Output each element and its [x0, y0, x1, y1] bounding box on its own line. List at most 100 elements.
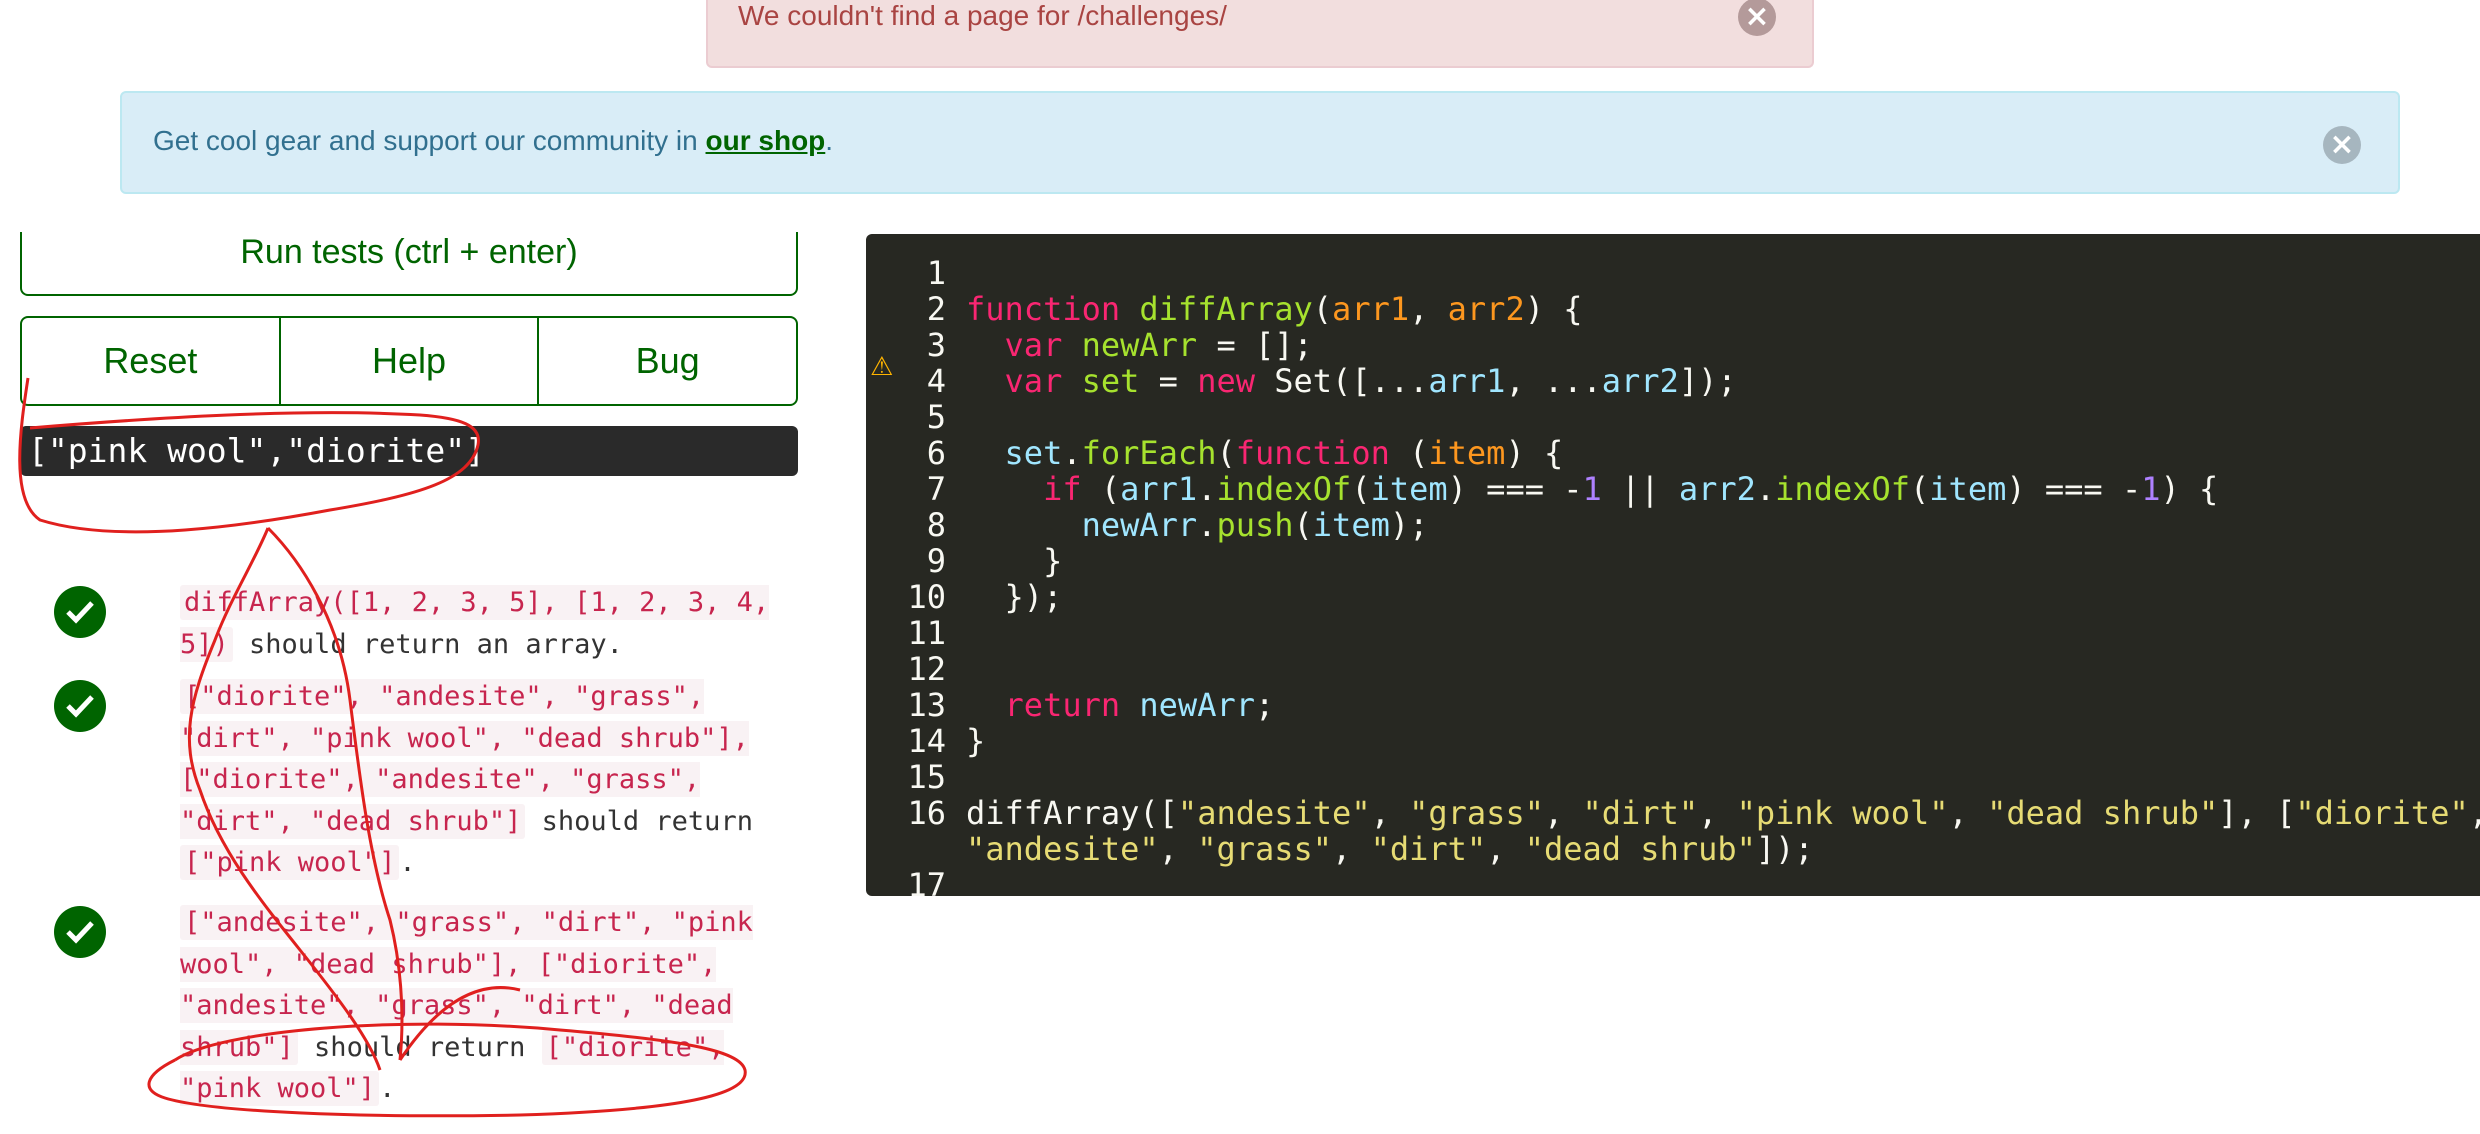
code-token: var	[1004, 362, 1082, 400]
action-button-group: Reset Help Bug	[20, 316, 798, 406]
code-token: arr1	[1428, 362, 1506, 400]
line-number: 10	[907, 578, 946, 616]
code-line[interactable]: });	[966, 579, 1063, 615]
line-number: 1	[926, 254, 946, 292]
code-token: function	[1235, 434, 1410, 472]
code-token: arr2	[1447, 290, 1525, 328]
close-icon[interactable]: ×	[1738, 0, 1776, 36]
code-line[interactable]: return newArr;	[966, 686, 1275, 724]
code-token: "dead shrub"	[1524, 830, 1756, 868]
code-token: new	[1197, 362, 1275, 400]
code-token: 1	[1582, 470, 1602, 508]
code-token: (	[1351, 470, 1371, 508]
code-token: ,	[1698, 794, 1737, 832]
line-number: 2	[926, 290, 946, 328]
line-number: 3	[926, 326, 946, 364]
code-token: ,	[1332, 830, 1371, 868]
line-number: 14	[907, 722, 946, 760]
code-token: }	[966, 722, 986, 760]
line-number: 9	[926, 542, 946, 580]
code-token: var	[1004, 326, 1082, 364]
code-token: "andesite"	[1177, 794, 1371, 832]
shop-alert: Get cool gear and support our community …	[120, 91, 2400, 194]
code-token: item	[1312, 506, 1390, 544]
code-token: .	[1197, 470, 1217, 508]
code-token: indexOf	[1216, 470, 1352, 508]
code-token: item	[1428, 434, 1506, 472]
code-line[interactable]: }	[966, 543, 1062, 579]
code-line[interactable]: newArr.push(item);	[966, 506, 1429, 544]
code-line[interactable]: "andesite", "grass", "dirt", "dead shrub…	[966, 831, 1814, 867]
code-token: (	[1910, 470, 1930, 508]
code-token: ) === -	[2006, 470, 2142, 508]
code-token: ]);	[1755, 830, 1814, 868]
code-token: ,	[1486, 830, 1525, 868]
code-token: diffArray	[1139, 290, 1313, 328]
help-button[interactable]: Help	[281, 318, 540, 404]
code-token: ,	[1158, 830, 1198, 868]
code-editor[interactable]: ⚠ 1 2 3 4 5 6 7 8 9 10 11 12 13 14 15 16 17 function dif…	[866, 234, 2480, 903]
line-number: 5	[926, 398, 946, 436]
line-number: 7	[926, 470, 946, 508]
test-description: ["diorite", "andesite", "grass", "dirt",…	[180, 679, 753, 880]
code-token: item	[1929, 470, 2007, 508]
error-message: We couldn't find a page for /challenges/	[738, 0, 1227, 31]
code-line[interactable]: var set = new Set([...arr1, ...arr2]);	[966, 363, 1737, 399]
line-number: 12	[907, 650, 946, 688]
line-number: 11	[907, 614, 946, 652]
code-token: ,	[1543, 794, 1583, 832]
line-number: 6	[926, 434, 946, 472]
code-token: 1	[2141, 470, 2161, 508]
code-token: ,	[2469, 794, 2480, 832]
close-icon[interactable]: ×	[2323, 126, 2361, 164]
code-token: (	[1293, 506, 1313, 544]
code-token: ,	[1409, 290, 1448, 328]
reset-button[interactable]: Reset	[22, 318, 281, 404]
code-line[interactable]: if (arr1.indexOf(item) === -1 || arr2.in…	[966, 471, 2218, 507]
code-token: set	[1004, 434, 1063, 472]
code-line[interactable]: var newArr = [];	[966, 327, 1313, 363]
code-token: (	[1100, 470, 1121, 508]
code-token: arr2	[1678, 470, 1756, 508]
output-console: ["pink wool","diorite"]	[20, 426, 798, 476]
run-tests-button[interactable]: Run tests (ctrl + enter)	[20, 232, 798, 296]
code-token: arr1	[1120, 470, 1198, 508]
code-token: ;	[1254, 686, 1275, 724]
code-line[interactable]: set.forEach(function (item) {	[966, 434, 1564, 472]
test-description: diffArray([1, 2, 3, 5], [1, 2, 3, 4, 5])…	[180, 585, 770, 662]
code-token: .	[1197, 506, 1217, 544]
line-number: 17	[907, 866, 946, 904]
code-token: "dirt"	[1370, 830, 1487, 868]
code-line[interactable]: }	[966, 723, 985, 759]
code-token: = [];	[1197, 326, 1313, 364]
code-token: set	[1081, 362, 1140, 400]
code-token: "pink wool"	[1736, 794, 1949, 832]
code-token: .	[1062, 434, 1082, 472]
line-number: 4	[926, 362, 946, 400]
line-number: 13	[907, 686, 946, 724]
code-line[interactable]: diffArray(["andesite", "grass", "dirt", …	[966, 795, 2480, 831]
code-token: indexOf	[1775, 470, 1911, 508]
check-icon	[54, 906, 106, 958]
code-token: ) {	[1505, 434, 1564, 472]
bug-button[interactable]: Bug	[539, 318, 796, 404]
code-line[interactable]: function diffArray(arr1, arr2) {	[966, 291, 1583, 327]
code-token: (	[1312, 290, 1333, 328]
code-token: ,	[1370, 794, 1410, 832]
code-token: arr1	[1332, 290, 1410, 328]
code-token: newArr	[1139, 686, 1255, 724]
code-token: "dirt"	[1582, 794, 1699, 832]
shop-link[interactable]: our shop	[706, 125, 826, 156]
code-token: newArr	[1081, 506, 1198, 544]
code-token: .	[1755, 470, 1776, 508]
check-icon	[54, 680, 106, 732]
code-token: ,	[1948, 794, 1988, 832]
code-token: ) {	[2160, 470, 2219, 508]
code-token: "grass"	[1197, 830, 1333, 868]
line-number: 15	[907, 758, 946, 796]
code-token: (	[1216, 434, 1236, 472]
